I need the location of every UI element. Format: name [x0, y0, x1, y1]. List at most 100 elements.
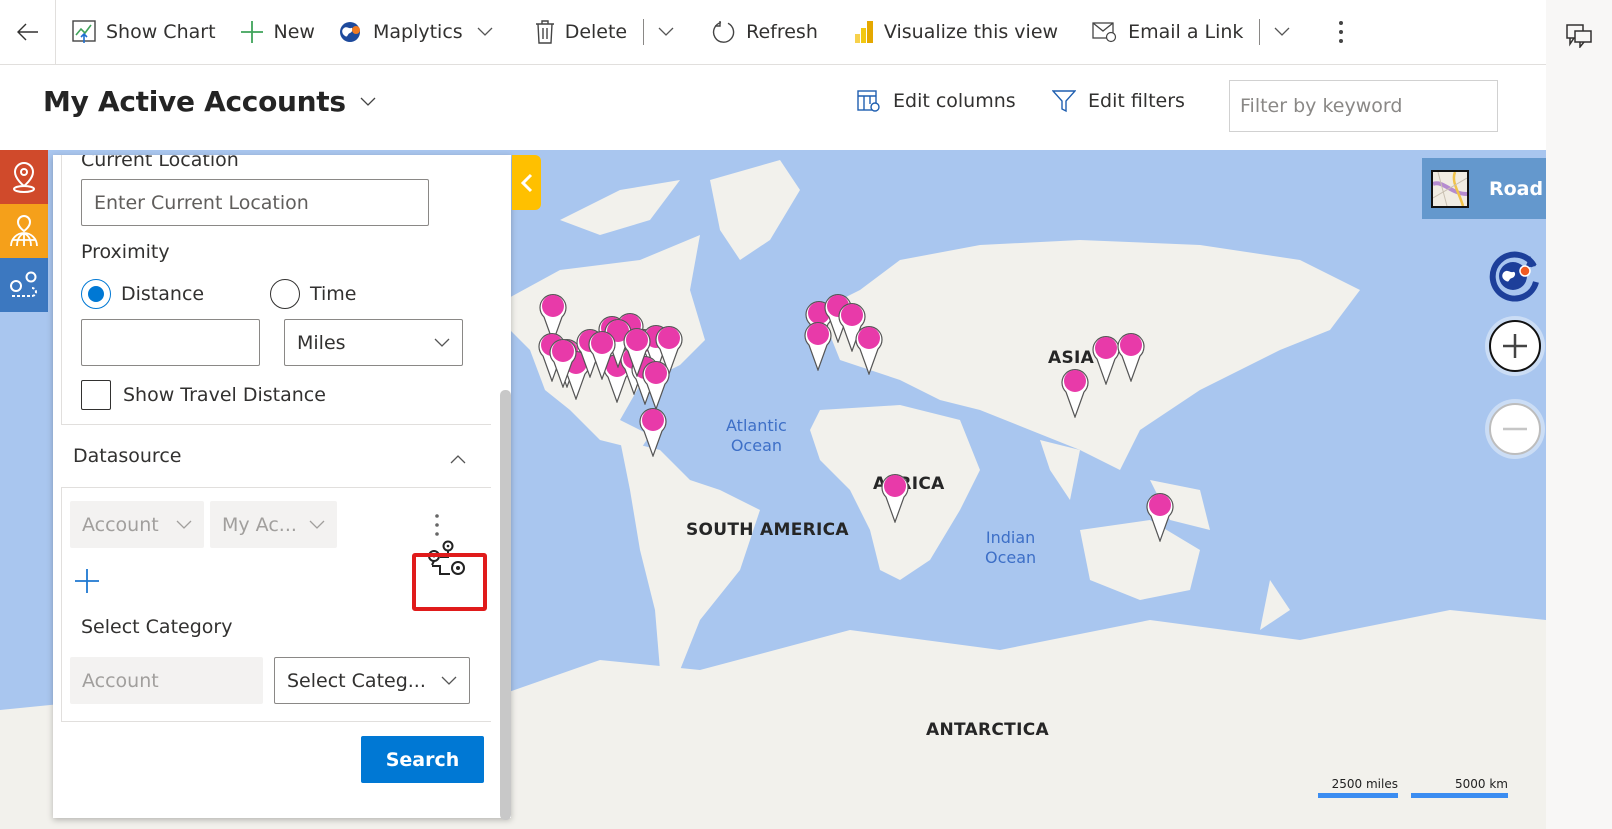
- delete-label: Delete: [564, 21, 628, 43]
- map-label-antarctica: ANTARCTICA: [926, 720, 1049, 740]
- chevron-down-icon: [441, 676, 457, 685]
- plus-icon: [1503, 334, 1527, 358]
- maplytics-button[interactable]: Maplytics: [327, 0, 505, 65]
- plus-icon: [240, 21, 263, 43]
- globe-pin-icon: [10, 215, 38, 247]
- email-link-icon: [1092, 22, 1117, 43]
- main-area: Show Chart New Maplytics Delete Refresh …: [0, 0, 1546, 829]
- distance-value-input[interactable]: [81, 319, 260, 366]
- route-pins-icon: [10, 271, 37, 297]
- power-bi-icon: [854, 21, 873, 43]
- section-divider: [61, 424, 491, 425]
- map-type-road-button[interactable]: Road: [1422, 158, 1546, 219]
- new-button[interactable]: New: [228, 0, 327, 65]
- edit-filters-button[interactable]: Edit filters: [1052, 89, 1185, 113]
- visualize-button[interactable]: Visualize this view: [830, 0, 1070, 65]
- refresh-button[interactable]: Refresh: [684, 0, 830, 65]
- email-link-label: Email a Link: [1128, 21, 1244, 43]
- chevron-down-icon: [309, 520, 325, 529]
- category-entity-value: Account: [82, 669, 159, 692]
- radio-distance-label: Distance: [121, 283, 205, 305]
- ocean-label-line: Ocean: [730, 436, 783, 455]
- account-pin[interactable]: [638, 405, 668, 458]
- search-button[interactable]: Search: [361, 736, 484, 783]
- account-pin[interactable]: [1116, 330, 1146, 383]
- chat-button[interactable]: [1566, 24, 1592, 50]
- unit-selected: Miles: [297, 331, 346, 354]
- account-pin[interactable]: [548, 336, 578, 389]
- view-selected: My Ac...: [222, 513, 297, 536]
- zoom-in-button[interactable]: [1489, 320, 1541, 372]
- scale-bar-line: [1411, 793, 1508, 798]
- map-label-atlantic-ocean: Atlantic Ocean: [726, 416, 787, 456]
- ocean-label-line: Ocean: [985, 548, 1037, 567]
- panel-scrollbar[interactable]: [500, 390, 511, 820]
- view-dropdown[interactable]: My Ac...: [210, 501, 337, 548]
- delete-button[interactable]: Delete: [505, 0, 639, 65]
- visualize-label: Visualize this view: [883, 21, 1059, 43]
- territory-tab[interactable]: [0, 204, 48, 258]
- chevron-down-icon: [658, 27, 674, 36]
- entity-dropdown[interactable]: Account: [70, 501, 204, 548]
- account-pin[interactable]: [1060, 366, 1090, 419]
- more-vertical-icon: [1339, 21, 1344, 43]
- scale-bar-km: 5000 km: [1411, 777, 1508, 798]
- category-entity-field: Account: [70, 657, 263, 704]
- current-location-label: Current Location: [81, 155, 239, 171]
- radio-distance[interactable]: Distance: [81, 279, 204, 309]
- minus-icon: [1503, 427, 1527, 431]
- more-commands-button[interactable]: [1320, 0, 1362, 65]
- maplytics-label: Maplytics: [372, 21, 463, 43]
- entity-selected: Account: [82, 513, 159, 536]
- proximity-search-tab[interactable]: [0, 150, 48, 204]
- chart-icon: [72, 20, 96, 43]
- annotation-highlight-box: [412, 553, 487, 611]
- more-vertical-icon[interactable]: [434, 513, 440, 537]
- view-selector[interactable]: My Active Accounts: [43, 85, 376, 118]
- account-pin[interactable]: [880, 471, 910, 524]
- maplytics-globe-icon: [339, 22, 360, 42]
- unit-dropdown[interactable]: Miles: [284, 319, 463, 366]
- zoom-out-button[interactable]: [1489, 403, 1541, 455]
- refresh-icon: [713, 21, 735, 43]
- chevron-left-icon: [520, 173, 532, 192]
- radio-time-label: Time: [310, 283, 357, 305]
- category-selected: Select Categ...: [287, 669, 426, 692]
- command-bar: Show Chart New Maplytics Delete Refresh …: [0, 0, 1546, 65]
- globe-refresh-icon: [1489, 251, 1539, 302]
- show-travel-distance-label: Show Travel Distance: [123, 384, 326, 406]
- current-location-input[interactable]: [81, 179, 429, 226]
- collapse-panel-button[interactable]: [512, 155, 541, 210]
- delete-more-dropdown[interactable]: [648, 0, 684, 65]
- chevron-up-icon[interactable]: [450, 454, 466, 464]
- account-pin[interactable]: [803, 319, 833, 372]
- show-travel-distance-checkbox[interactable]: Show Travel Distance: [81, 380, 326, 410]
- trash-icon: [535, 20, 554, 44]
- edit-columns-button[interactable]: Edit columns: [857, 89, 1016, 113]
- radio-time[interactable]: Time: [270, 279, 357, 309]
- datasource-label: Datasource: [73, 445, 182, 467]
- email-link-button[interactable]: Email a Link: [1070, 0, 1255, 65]
- account-pin[interactable]: [854, 323, 884, 376]
- email-more-dropdown[interactable]: [1264, 0, 1300, 65]
- maplytics-tool-strip: [0, 150, 48, 312]
- proximity-label: Proximity: [81, 241, 170, 263]
- account-pin[interactable]: [587, 328, 617, 381]
- select-category-label: Select Category: [81, 616, 233, 638]
- route-tab[interactable]: [0, 258, 48, 312]
- proximity-search-panel: Current Location Proximity Distance Time…: [53, 155, 511, 818]
- add-datasource-icon[interactable]: [74, 568, 100, 594]
- account-pin[interactable]: [1145, 490, 1175, 543]
- filter-by-keyword-input[interactable]: [1229, 80, 1498, 132]
- reset-map-view-button[interactable]: [1486, 248, 1542, 304]
- filter-icon: [1052, 90, 1076, 113]
- scale-miles-label: 2500 miles: [1331, 777, 1398, 791]
- back-button[interactable]: [0, 0, 56, 65]
- map-label-south-america: SOUTH AMERICA: [686, 520, 849, 540]
- account-pin[interactable]: [622, 325, 652, 378]
- category-dropdown[interactable]: Select Categ...: [274, 657, 470, 704]
- location-pin-icon: [13, 161, 35, 193]
- ocean-label-line: Indian: [985, 528, 1036, 547]
- view-header: My Active Accounts Edit columns Edit fil…: [0, 65, 1546, 150]
- show-chart-button[interactable]: Show Chart: [56, 0, 228, 65]
